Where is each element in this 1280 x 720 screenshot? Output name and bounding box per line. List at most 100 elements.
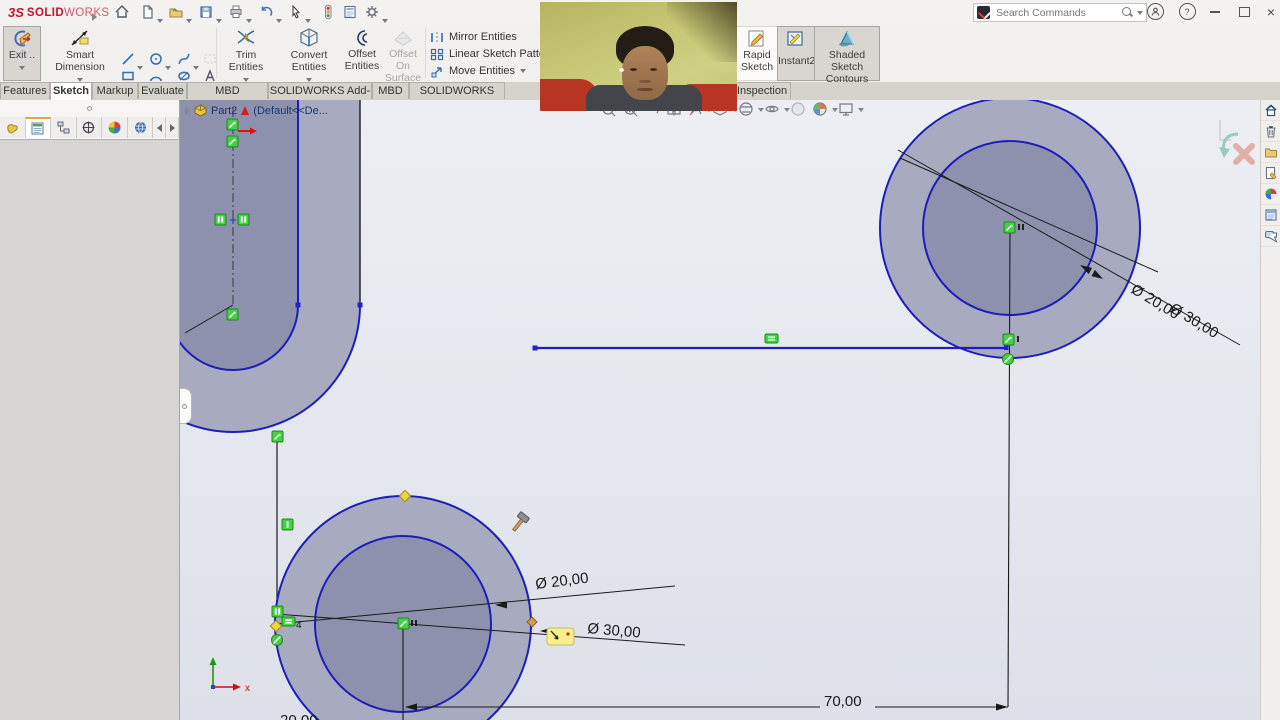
configuration-manager-tab[interactable]	[51, 117, 77, 138]
circle-tool-icon[interactable]	[148, 52, 164, 66]
hide-show-items-icon[interactable]	[765, 105, 779, 113]
circle-tool-caret-icon[interactable]	[165, 57, 171, 75]
options-gear-icon[interactable]	[362, 3, 382, 21]
view-settings-icon[interactable]	[839, 103, 853, 116]
convert-entities-button[interactable]: Convert Entities	[276, 26, 342, 82]
cam-manager-tab[interactable]	[127, 117, 154, 138]
tab-inspection[interactable]: Inspection	[733, 82, 791, 99]
open-document-icon[interactable]	[166, 3, 186, 21]
panel-tab-scroll-left-icon[interactable]	[153, 117, 167, 138]
constraint-icon-vline-bottom[interactable]	[271, 605, 284, 618]
taskpane-recycle-bin-icon[interactable]	[1261, 121, 1280, 142]
line-left-endpoint[interactable]	[532, 345, 538, 351]
graphics-area[interactable]: Ø 20,00 Ø 30,00 Ø 20,00 Ø 30,00 70,00 4 …	[180, 100, 1260, 720]
feature-tree-header[interactable]: Part2 (Default<<De...	[185, 104, 328, 117]
cancel-sketch-corner-icon[interactable]	[1233, 143, 1255, 165]
ellipse-tool-icon[interactable]	[176, 69, 192, 83]
search-input[interactable]	[994, 5, 1118, 20]
constraint-icon-bottom-center[interactable]	[397, 617, 410, 630]
display-manager-tab[interactable]	[102, 117, 128, 138]
home-icon[interactable]	[112, 3, 132, 21]
constraint-icon-vline-top[interactable]	[271, 430, 284, 443]
constraint-icon-vertical[interactable]	[281, 518, 294, 531]
performance-evaluation-icon[interactable]	[318, 3, 338, 21]
tab-sketch[interactable]: Sketch	[50, 82, 92, 100]
shaded-sketch-contours-button[interactable]: Shaded Sketch Contours	[814, 26, 880, 85]
taskpane-forum-icon[interactable]	[1261, 226, 1280, 247]
constraint-icon-slot-top-1[interactable]	[226, 118, 239, 131]
exit-sketch-button[interactable]: Exit ..	[3, 26, 41, 81]
constraint-icon-slot-mid-left[interactable]	[214, 213, 227, 226]
tab-features[interactable]: Features	[0, 82, 50, 99]
slot-arc-endpoint[interactable]	[295, 302, 301, 308]
tab-solidworks-cam[interactable]: SOLIDWORKS CAM	[409, 82, 505, 114]
tree-expand-chevron-icon[interactable]	[185, 106, 190, 115]
trim-entities-button[interactable]: Trim Entities	[220, 26, 272, 82]
top-circle-pair[interactable]	[879, 100, 1141, 708]
exit-sketch-caret-icon[interactable]	[19, 66, 25, 70]
rapid-sketch-button[interactable]: Rapid Sketch	[736, 26, 778, 81]
taskpane-file-explorer-icon[interactable]	[1261, 163, 1280, 184]
search-magnifier-icon[interactable]	[1122, 7, 1133, 18]
bottom-circle-pair[interactable]	[274, 495, 532, 720]
part-name[interactable]: Part2	[211, 105, 237, 117]
taskpane-appearances-icon[interactable]	[1261, 184, 1280, 205]
spline-tool-caret-icon[interactable]	[193, 57, 199, 75]
instant2d-button[interactable]: Instant2D	[777, 26, 823, 81]
taskpane-home-icon[interactable]	[1261, 100, 1280, 121]
constraint-icon-equal[interactable]	[281, 616, 296, 627]
minimize-button[interactable]	[1202, 0, 1228, 23]
move-entities-caret-icon[interactable]	[520, 69, 527, 73]
print-icon[interactable]	[226, 3, 246, 21]
constraint-icon-slot-top-2[interactable]	[226, 135, 239, 148]
constraint-icon-top-bottom[interactable]	[1002, 333, 1015, 346]
dimxpert-manager-tab[interactable]	[76, 117, 103, 138]
dimension-70[interactable]: 70,00	[824, 693, 862, 710]
select-cursor-icon[interactable]	[286, 3, 306, 21]
close-button[interactable]: ×	[1258, 0, 1280, 23]
line-tool-caret-icon[interactable]	[137, 57, 143, 75]
search-commands-box[interactable]	[973, 3, 1147, 22]
feature-manager-tree-tab[interactable]	[0, 117, 26, 138]
dimension-d30-top[interactable]: Ø 30,00	[1167, 300, 1222, 342]
constraint-icon-tangent-bottom-left[interactable]	[270, 633, 284, 647]
tab-mbd[interactable]: MBD	[372, 82, 409, 99]
rectangle-tool-icon[interactable]	[120, 69, 136, 83]
arc-tool-icon[interactable]	[148, 69, 164, 83]
constraint-icon-slot-mid-right[interactable]	[237, 213, 250, 226]
help-icon[interactable]: ?	[1174, 0, 1200, 23]
dimension-d20-bottom[interactable]: Ø 20,00	[534, 570, 589, 593]
display-style-icon[interactable]	[739, 102, 753, 116]
tab-solidworks-add-ins[interactable]: SOLIDWORKS Add-Ins	[268, 82, 372, 114]
constraint-icon-tangent-top[interactable]	[1001, 352, 1015, 366]
new-document-icon[interactable]	[138, 3, 158, 21]
tab-markup[interactable]: Markup	[92, 82, 138, 99]
move-entities-button[interactable]: Move Entities	[430, 64, 527, 78]
mirror-entities-button[interactable]: Mirror Entities	[430, 30, 517, 44]
feature-tree-flyout-tab[interactable]	[180, 388, 192, 424]
panel-tab-scroll-right-icon[interactable]	[166, 117, 180, 138]
undo-icon[interactable]	[256, 3, 276, 21]
taskpane-custom-properties-icon[interactable]	[1261, 205, 1280, 226]
save-icon[interactable]	[196, 3, 216, 21]
panel-splitter-handle[interactable]	[0, 100, 179, 118]
taskpane-design-library-icon[interactable]	[1261, 142, 1280, 163]
tab-mbd-dimensions[interactable]: MBD Dimensions	[187, 82, 268, 114]
slot-outer-endpoint[interactable]	[357, 302, 363, 308]
line-right-endpoint[interactable]	[1004, 345, 1009, 351]
part-config-suffix[interactable]: (Default<<De...	[253, 105, 328, 117]
line-tool-icon[interactable]	[120, 52, 136, 66]
text-tool-icon[interactable]	[202, 69, 218, 83]
tab-evaluate[interactable]: Evaluate	[138, 82, 187, 99]
restore-button[interactable]	[1231, 0, 1257, 23]
user-account-icon[interactable]	[1142, 0, 1168, 23]
slot-profile[interactable]	[180, 100, 363, 433]
spline-tool-icon[interactable]	[176, 52, 192, 66]
constraint-icon-top-center[interactable]	[1003, 221, 1016, 234]
dimension-partial-bottom[interactable]: 20,00	[280, 712, 318, 720]
edit-appearance-icon[interactable]	[791, 102, 805, 116]
smart-dimension-button[interactable]: Smart Dimension	[44, 26, 116, 82]
constraint-icon-line-midpoint[interactable]	[764, 333, 779, 344]
apply-scene-icon[interactable]	[813, 102, 827, 116]
sketch-canvas[interactable]: Ø 20,00 Ø 30,00 Ø 20,00 Ø 30,00 70,00 4 …	[180, 100, 1260, 720]
